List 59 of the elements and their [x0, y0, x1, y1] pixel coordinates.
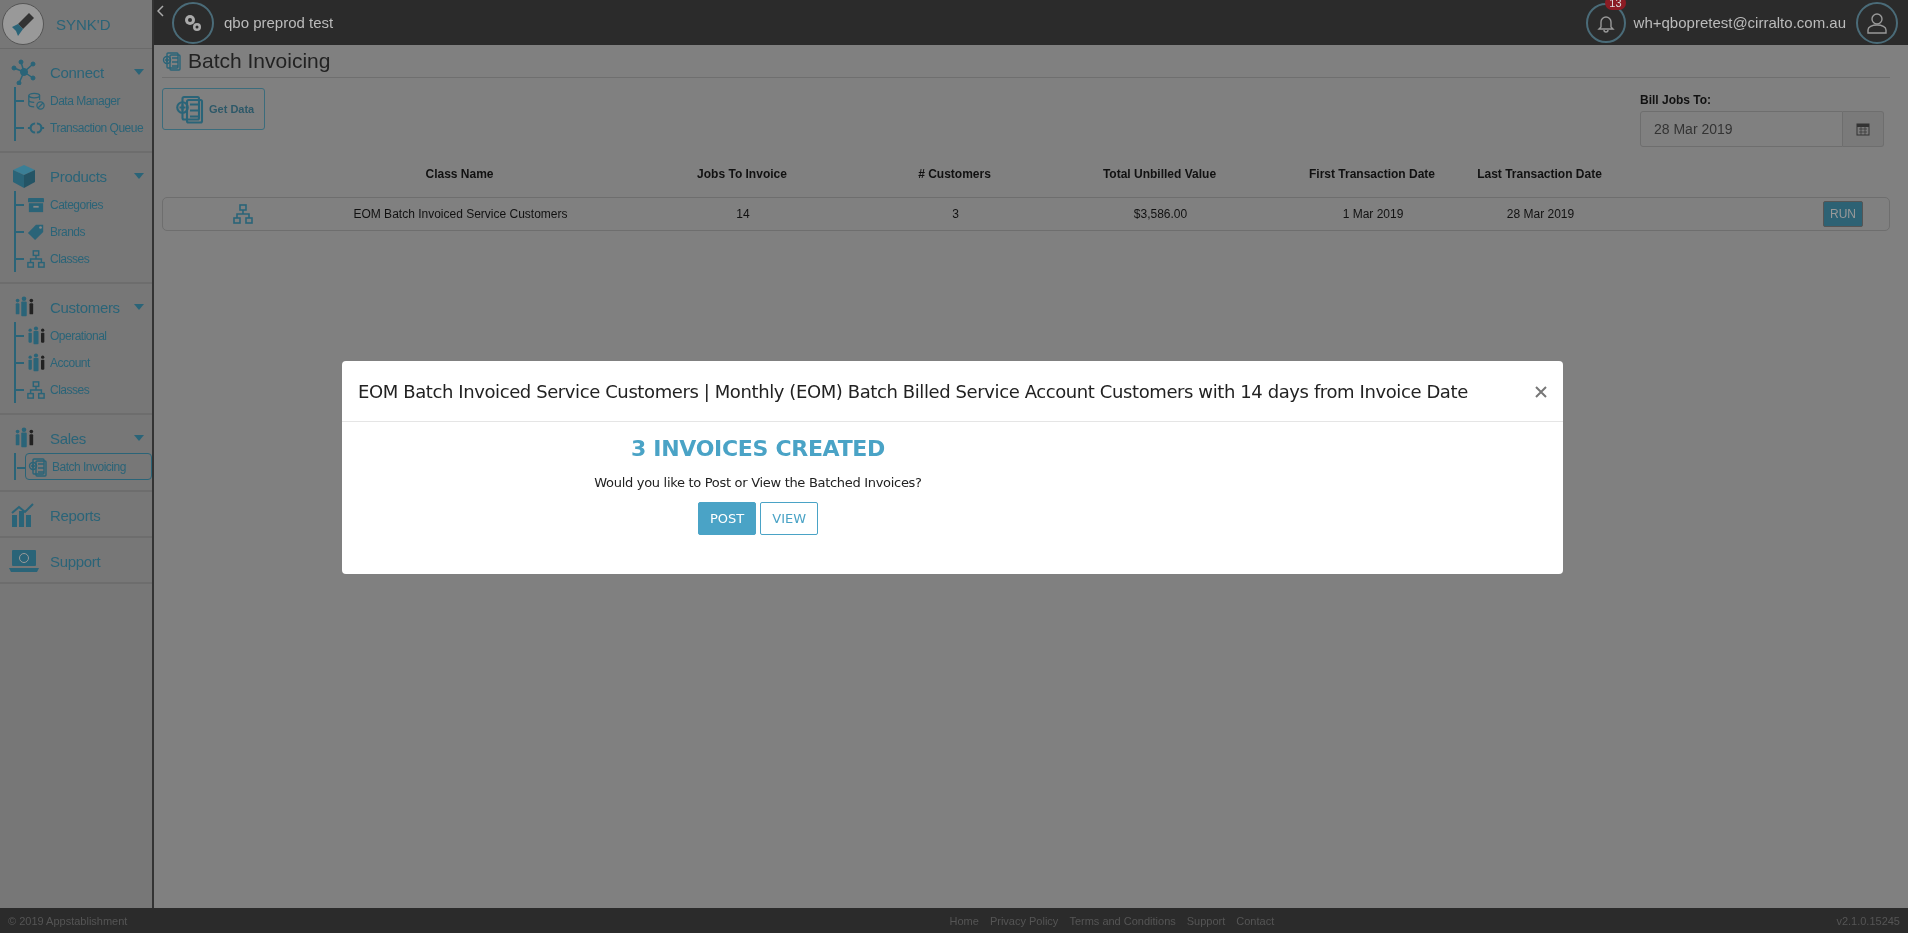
column-header: Jobs To Invoice [696, 167, 788, 181]
hierarchy-icon [27, 380, 45, 399]
sidebar-item[interactable]: Account [16, 349, 152, 376]
gears-icon[interactable] [172, 1, 214, 44]
calendar-icon[interactable] [1843, 111, 1884, 147]
page-title: Batch Invoicing [188, 49, 331, 73]
view-button[interactable]: VIEW [760, 502, 819, 535]
sidebar-item[interactable]: Data Manager [16, 87, 152, 114]
sidebar-group[interactable]: Customers [0, 292, 152, 322]
field-label: Bill Jobs To: [1640, 93, 1713, 107]
tag-icon [27, 222, 45, 241]
post-button[interactable]: POST [697, 502, 757, 535]
modal-heading: 3 INVOICES CREATED [630, 436, 886, 461]
sidebar-item[interactable]: Transaction Queue [16, 114, 152, 141]
drawer-icon [27, 196, 45, 213]
table-cell-text: $3,586.00 [1132, 207, 1189, 221]
hierarchy-icon [27, 249, 45, 268]
sidebar-item[interactable]: Classes [16, 245, 152, 272]
people-icon [13, 427, 35, 449]
table-cell-text: 1 Mar 2019 [1341, 207, 1405, 221]
column-header: Class Name [424, 167, 495, 181]
modal-message: Would you like to Post or View the Batched Invoices? [594, 475, 922, 490]
people-icon [26, 324, 46, 347]
run-button[interactable]: RUN [1823, 201, 1863, 227]
get-data-button[interactable]: Get Data [162, 88, 266, 130]
hierarchy-icon [233, 204, 253, 224]
invoice-icon [162, 51, 182, 71]
column-header: # Customers [917, 167, 992, 181]
chart-icon [11, 503, 37, 527]
column-header: Last Transaction Date [1476, 167, 1603, 181]
sidebar-group[interactable]: Support [0, 546, 152, 576]
table-cell-text: EOM Batch Invoiced Service Customers [352, 207, 569, 221]
people-icon [26, 351, 46, 374]
sidebar-item[interactable]: Classes [16, 376, 152, 403]
organization-name: qbo preprod test [224, 14, 335, 31]
column-header: First Transaction Date [1307, 167, 1436, 181]
sidebar-item[interactable]: Categories [16, 191, 152, 218]
sidebar-group[interactable]: Reports [0, 500, 152, 530]
sidebar-group[interactable]: Connect [0, 57, 152, 87]
date-field[interactable]: 28 Mar 2019 [1640, 111, 1843, 147]
sidebar-item[interactable]: Brands [16, 218, 152, 245]
modal-title: EOM Batch Invoiced Service Customers | Monthly (EOM) Batch Billed Service Account Customers with 14 days from Invoice Date [358, 380, 1469, 402]
sidebar-item[interactable]: Operational [16, 322, 152, 349]
people-icon [13, 296, 35, 318]
table-cell-text: 28 Mar 2019 [1505, 207, 1576, 221]
table-cell-text: 3 [951, 207, 960, 221]
user-email: wh+qbopretest@cirralto.com.au [1633, 14, 1846, 31]
sidebar-group[interactable]: Sales [0, 423, 152, 453]
invoice-icon [175, 94, 205, 124]
sidebar-group[interactable]: Products [0, 161, 152, 191]
user-avatar-icon[interactable] [1856, 1, 1898, 44]
box-icon [11, 163, 37, 189]
laptop-icon [9, 549, 39, 573]
column-header: Total Unbilled Value [1101, 167, 1218, 181]
brand-name: SYNK'D [56, 15, 111, 33]
database-icon [27, 91, 45, 110]
table-cell-text: 14 [735, 207, 751, 221]
network-icon [11, 59, 37, 85]
invoice-icon [28, 455, 48, 478]
